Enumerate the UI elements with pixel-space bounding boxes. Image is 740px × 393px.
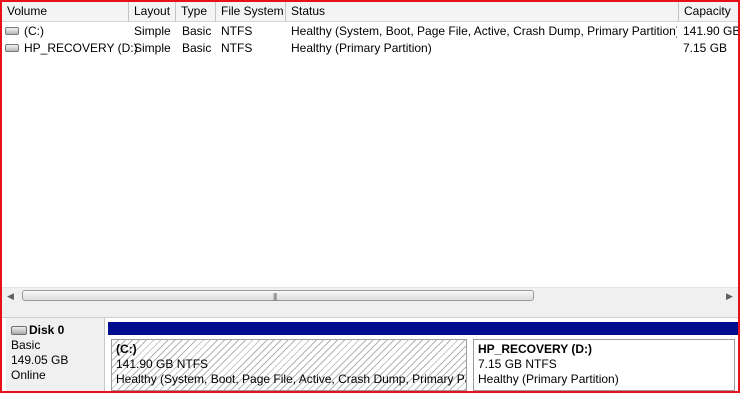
column-file-system[interactable]: File System [216,2,286,21]
volume-layout: Simple [134,41,171,55]
volume-row[interactable]: (C:) Simple Basic NTFS Healthy (System, … [2,23,738,40]
volume-name: HP_RECOVERY (D:) [24,41,138,55]
volume-status: Healthy (Primary Partition) [291,41,432,55]
partition-status: Healthy (Primary Partition) [478,372,619,386]
column-status[interactable]: Status [286,2,679,21]
partition-status: Healthy (System, Boot, Page File, Active… [116,372,467,386]
scrollbar-thumb[interactable]: ||| [22,290,534,301]
column-header: Volume Layout Type File System Status Ca… [2,2,738,22]
volume-row[interactable]: HP_RECOVERY (D:) Simple Basic NTFS Healt… [2,40,738,57]
disk-management-window: Volume Layout Type File System Status Ca… [0,0,740,393]
volume-capacity: 141.90 GB [683,24,740,38]
scroll-left-icon[interactable]: ◀ [2,288,19,304]
disk-type: Basic [11,338,41,352]
volume-type: Basic [182,41,212,55]
volume-type: Basic [182,24,212,38]
column-capacity[interactable]: Capacity [679,2,738,21]
partition-body[interactable]: HP_RECOVERY (D:) 7.15 GB NTFS Healthy (P… [473,339,735,391]
drive-icon [5,44,19,52]
disk-state: Online [11,368,46,382]
partition-title: HP_RECOVERY (D:) [478,342,593,356]
grip-icon: ||| [273,292,277,301]
disk-graphical-view: Disk 0 Basic 149.05 GB Online (C:) 141.9… [2,318,738,391]
disk-info[interactable]: Disk 0 Basic 149.05 GB Online [6,318,105,391]
partition-size: 7.15 GB NTFS [478,357,557,371]
horizontal-scrollbar[interactable]: ◀ ||| ▶ [2,287,738,304]
partition-size: 141.90 GB NTFS [116,357,209,371]
pane-splitter[interactable] [2,304,738,318]
partition-d[interactable]: HP_RECOVERY (D:) 7.15 GB NTFS Healthy (P… [470,322,738,391]
volume-status: Healthy (System, Boot, Page File, Active… [291,24,677,38]
disk-name: Disk 0 [29,323,65,337]
volume-fs: NTFS [221,41,253,55]
column-volume[interactable]: Volume [2,2,129,21]
partition-c[interactable]: (C:) 141.90 GB NTFS Healthy (System, Boo… [108,322,470,391]
partition-bar [470,322,738,335]
scroll-right-icon[interactable]: ▶ [721,288,738,304]
partition-title: (C:) [116,342,137,356]
volume-capacity: 7.15 GB [683,41,728,55]
partition-body[interactable]: (C:) 141.90 GB NTFS Healthy (System, Boo… [111,339,467,391]
column-layout[interactable]: Layout [129,2,176,21]
disk-icon [11,326,27,336]
volume-fs: NTFS [221,24,253,38]
drive-icon [5,27,19,35]
partition-bar [108,322,470,335]
column-type[interactable]: Type [176,2,216,21]
volume-list: Volume Layout Type File System Status Ca… [2,2,738,287]
volume-name: (C:) [24,24,44,38]
disk-size: 149.05 GB [11,353,69,367]
volume-layout: Simple [134,24,171,38]
